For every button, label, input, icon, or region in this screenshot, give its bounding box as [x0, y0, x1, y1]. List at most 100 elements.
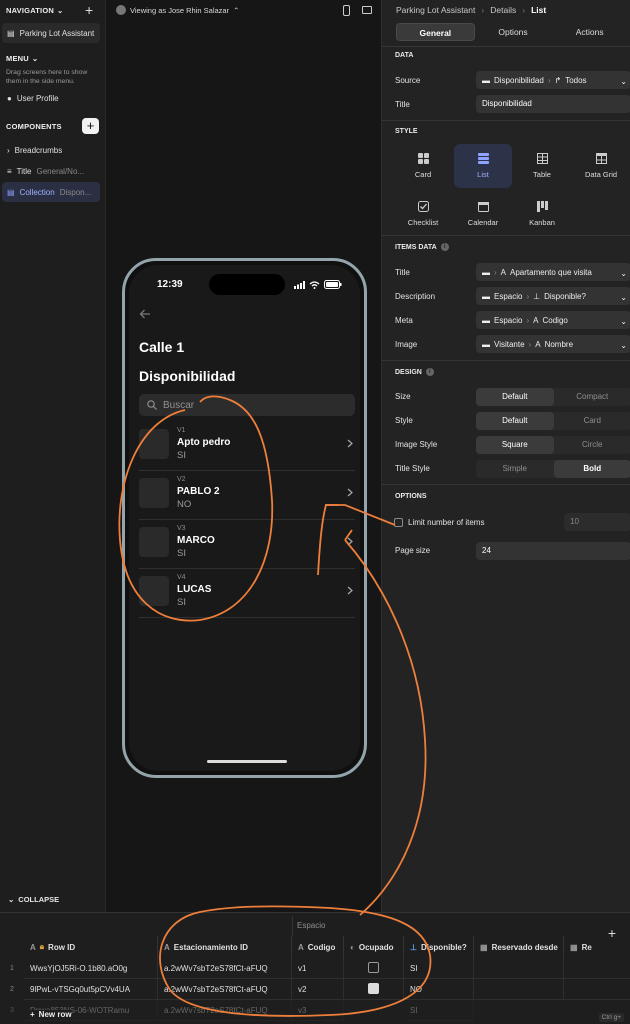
text-type-icon: A [298, 942, 304, 952]
table-cell[interactable]: a.2wWv7sbT2eS78fCt-aFUQ [158, 958, 292, 979]
title-field-select[interactable]: ▬ › A Apartamento que visita ⌄ [476, 263, 630, 281]
divider [382, 235, 630, 236]
grid-icon [595, 153, 607, 164]
style-segmented-control[interactable]: Default Card [476, 412, 630, 430]
style-option-kanban[interactable]: Kanban [513, 192, 571, 236]
style-option-data-grid[interactable]: Data Grid [572, 144, 630, 188]
phone-screen: 12:39 Calle 1 Disponibilidad Buscar V1 A… [129, 265, 360, 771]
table-cell[interactable]: v1 [292, 958, 344, 979]
source-select[interactable]: ▬ Disponibilidad › ↱ Todos ⌄ [476, 71, 630, 89]
title-style-segmented-control[interactable]: Simple Bold [476, 460, 630, 478]
column-header-disponible[interactable]: ⊥ Disponible? [404, 936, 474, 958]
ocupado-checkbox[interactable] [368, 962, 379, 974]
table-cell[interactable] [564, 979, 630, 1000]
component-collection[interactable]: ▤ Collection Dispon... [2, 182, 100, 202]
chevron-right-icon: › [7, 145, 10, 155]
items-data-section-header: ITEMS DATA i [395, 243, 449, 251]
left-sidebar: NAVIGATION ⌄ + ▤ Parking Lot Assistant M… [0, 0, 106, 912]
style-option-list[interactable]: List [454, 144, 512, 188]
add-navigation-icon[interactable]: + [85, 3, 93, 17]
info-icon[interactable]: i [425, 368, 434, 376]
screen-icon: ▤ [7, 28, 15, 38]
mobile-preview-icon[interactable] [343, 5, 350, 16]
size-segmented-control[interactable]: Default Compact [476, 388, 630, 406]
table-cell[interactable]: v3 [292, 1000, 344, 1021]
limit-items-checkbox[interactable] [394, 518, 403, 527]
viewing-as-selector[interactable]: Viewing as Jose Rhin Salazar ⌃ [116, 5, 239, 15]
folder-icon: ▬ [482, 291, 490, 301]
canvas-topbar: Viewing as Jose Rhin Salazar ⌃ [106, 0, 381, 22]
toggle-icon: ◐ [350, 942, 355, 952]
style-option-calendar[interactable]: Calendar [454, 192, 512, 236]
chevron-down-icon: ⌄ [620, 269, 627, 278]
info-icon[interactable]: i [440, 243, 449, 251]
style-option-checklist[interactable]: Checklist [394, 192, 452, 236]
column-header-reservado-desde[interactable]: ▦ Reservado desde [474, 936, 564, 958]
tab-actions[interactable]: Actions [551, 23, 628, 41]
title-input[interactable]: Disponibilidad [476, 95, 630, 113]
status-time: 12:39 [157, 279, 183, 290]
table-cell[interactable] [564, 958, 630, 979]
table-cell[interactable] [474, 979, 564, 1000]
column-header-codigo[interactable]: A Codigo [292, 936, 344, 958]
list-item[interactable]: V4 LUCAS SI [139, 570, 355, 618]
divider [382, 360, 630, 361]
card-icon [417, 153, 429, 164]
new-row-button[interactable]: + New row [30, 1010, 72, 1019]
column-header-row-id[interactable]: A 🔒︎ Row ID [24, 936, 158, 958]
back-arrow-icon[interactable] [139, 309, 151, 319]
nav-item-parking-lot[interactable]: ▤ Parking Lot Assistant [2, 23, 100, 43]
collapse-button[interactable]: ⌄ COLLAPSE [8, 895, 59, 904]
search-input[interactable]: Buscar [139, 394, 355, 416]
table-cell[interactable] [344, 958, 404, 979]
group-header-espacio: Espacio [292, 916, 612, 936]
table-cell[interactable]: a.2wWv7sbT2eS78fCt-aFUQ [158, 979, 292, 1000]
tab-general[interactable]: General [396, 23, 475, 41]
table-cell[interactable] [344, 979, 404, 1000]
relation-icon: ⊥ [533, 291, 541, 301]
style-option-table[interactable]: Table [513, 144, 571, 188]
column-header-estacionamiento-id[interactable]: A Estacionamiento ID [158, 936, 292, 958]
table-cell[interactable]: v2 [292, 979, 344, 1000]
text-type-icon: A [30, 942, 36, 952]
menu-item-user-profile[interactable]: ● User Profile [2, 88, 100, 108]
list-item[interactable]: V3 MARCO SI [139, 521, 355, 569]
chevron-down-icon[interactable]: ⌄ [57, 6, 63, 15]
kanban-icon [536, 201, 548, 212]
ocupado-checkbox[interactable] [368, 983, 379, 995]
image-style-segmented-control[interactable]: Square Circle [476, 436, 630, 454]
data-section-header: DATA [395, 52, 414, 59]
description-field-select[interactable]: ▬ Espacio › ⊥ Disponible? ⌄ [476, 287, 630, 305]
table-cell[interactable]: a.2wWv7sbT2eS78fCt-aFUQ [158, 1000, 292, 1021]
list-item[interactable]: V2 PABLO 2 NO [139, 472, 355, 520]
data-editor: ⌄ COLLAPSE Espacio + A 🔒︎ Row ID A Estac… [0, 895, 630, 1024]
style-option-card[interactable]: Card [394, 144, 452, 188]
meta-field-select[interactable]: ▬ Espacio › A Codigo ⌄ [476, 311, 630, 329]
design-section-header: DESIGN i [395, 368, 434, 376]
table-cell[interactable]: SI [404, 958, 474, 979]
component-title[interactable]: ≡ Title General/No... [2, 161, 100, 181]
chevron-updown-icon: ⌃ [233, 5, 240, 15]
table-cell[interactable]: 9lPwL-vTSGq0ut5pCVv4UA [24, 979, 158, 1000]
table-cell[interactable]: SI [404, 1000, 474, 1021]
tab-options[interactable]: Options [475, 23, 552, 41]
lock-icon: 🔒︎ [39, 942, 45, 951]
table-cell[interactable] [474, 958, 564, 979]
limit-number-input[interactable]: 10 [564, 513, 630, 531]
column-header-ocupado[interactable]: ◐ Ocupado [344, 936, 404, 958]
tablet-preview-icon[interactable] [362, 6, 372, 14]
divider [382, 120, 630, 121]
chevron-down-icon[interactable]: ⌄ [32, 54, 38, 63]
image-field-select[interactable]: ▬ Visitante › A Nombre ⌄ [476, 335, 630, 353]
plus-icon: + [30, 1010, 35, 1019]
column-header-reservado[interactable]: ▦ Re [564, 936, 630, 958]
wifi-icon [309, 280, 320, 289]
component-breadcrumbs[interactable]: › Breadcrumbs [2, 140, 100, 160]
table-cell[interactable]: NO [404, 979, 474, 1000]
calendar-icon: ▦ [480, 942, 488, 952]
chevron-right-icon [347, 488, 353, 497]
list-item[interactable]: V1 Apto pedro SI [139, 423, 355, 471]
add-component-button[interactable]: + [82, 118, 99, 134]
table-cell[interactable]: WwsYjOJ5Ri-O.1b80.aO0g [24, 958, 158, 979]
page-size-input[interactable]: 24 [476, 542, 630, 560]
